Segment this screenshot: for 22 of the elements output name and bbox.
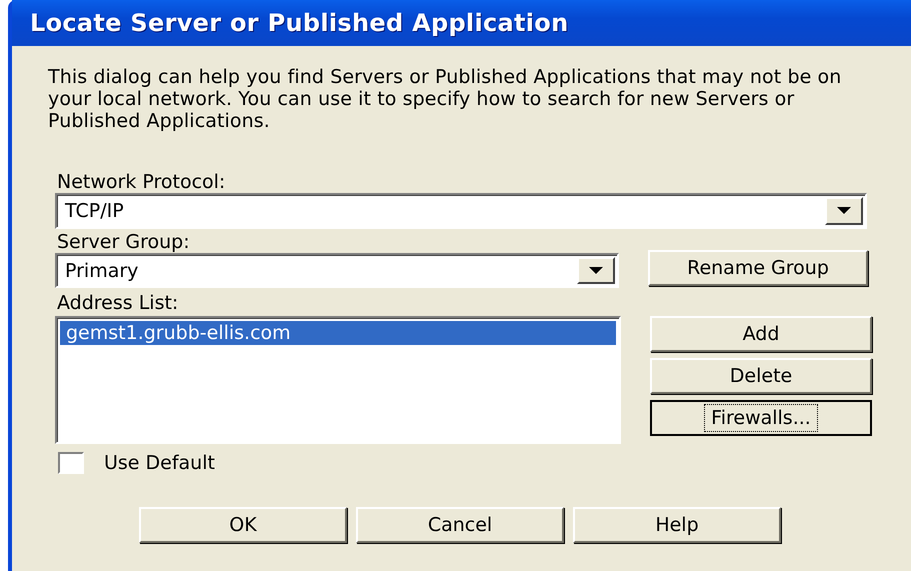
address-item[interactable]: gemst1.grubb-ellis.com — [60, 321, 616, 345]
caret-icon — [837, 207, 851, 215]
window-title: Locate Server or Published Application — [30, 9, 568, 37]
address-list-label: Address List: — [57, 292, 180, 314]
server-group-label: Server Group: — [57, 231, 191, 253]
dropdown-button[interactable] — [825, 197, 863, 225]
dialog-button[interactable]: OK — [139, 507, 347, 543]
address-list[interactable]: gemst1.grubb-ellis.com — [55, 316, 621, 444]
dropdown-button[interactable] — [577, 257, 615, 284]
dialog-button[interactable]: Cancel — [356, 507, 564, 543]
dropdown-field[interactable]: TCP/IP — [55, 193, 867, 229]
checkbox[interactable] — [58, 452, 84, 474]
use-default-label: Use Default — [104, 452, 215, 474]
description-text: This dialog can help you find Servers or Published Applications that may not be on your local network. You can use it to specify how to search for new Servers or Published Applications. — [48, 66, 842, 132]
dialog-button[interactable]: Delete — [650, 358, 872, 394]
rename-group-button[interactable]: Rename Group — [648, 250, 868, 286]
dialog-button[interactable]: Add — [650, 316, 872, 352]
protocol-label: Network Protocol: — [57, 171, 226, 193]
dialog-button[interactable]: Firewalls... — [650, 400, 872, 436]
dialog-button[interactable]: Help — [573, 507, 781, 543]
caret-icon — [589, 266, 603, 274]
dropdown-field[interactable]: Primary — [55, 253, 619, 288]
